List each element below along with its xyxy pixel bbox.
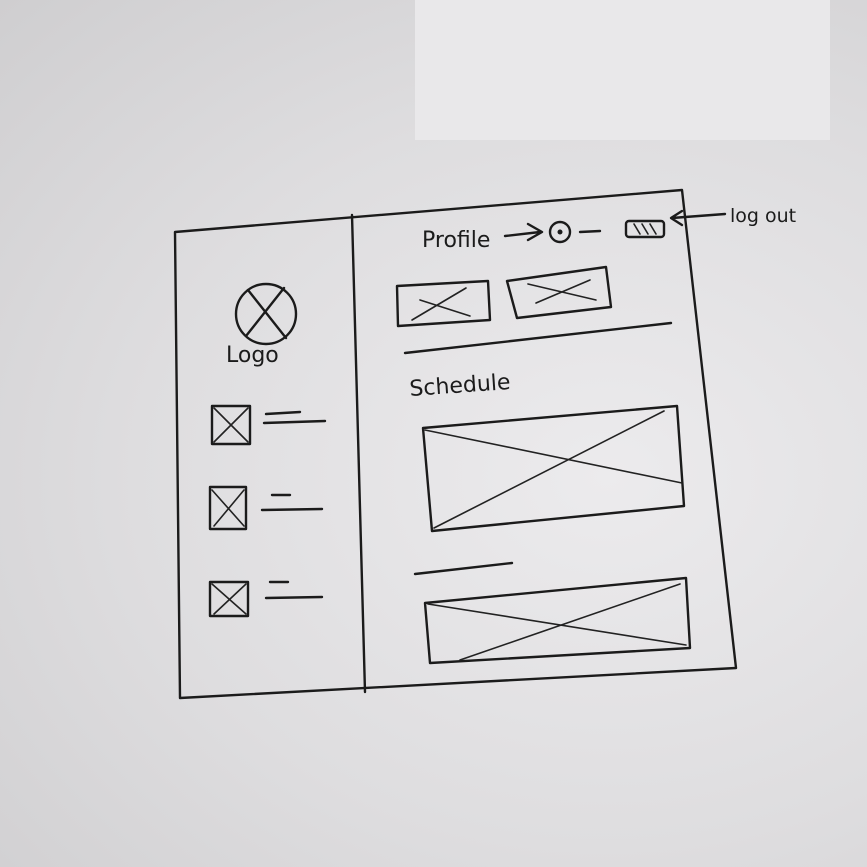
profile-avatar-icon[interactable] bbox=[548, 220, 572, 244]
logo-label: Logo bbox=[226, 343, 279, 368]
sidebar-divider bbox=[350, 213, 367, 694]
image-placeholder-1[interactable] bbox=[395, 279, 492, 328]
content-image-placeholder bbox=[423, 576, 692, 665]
app-frame bbox=[173, 188, 738, 700]
sidebar-item-3[interactable] bbox=[208, 580, 324, 618]
sidebar-item-2[interactable] bbox=[208, 485, 324, 531]
wireframe-sketch: Logo Profile log out Schedule bbox=[173, 188, 796, 700]
logout-arrow-icon bbox=[669, 209, 727, 227]
logout-button[interactable] bbox=[624, 219, 666, 239]
profile-label: Profile bbox=[422, 228, 490, 253]
header-divider bbox=[403, 321, 673, 355]
schedule-image-placeholder bbox=[421, 404, 686, 533]
dash-separator bbox=[578, 229, 602, 234]
sidebar-item-1[interactable] bbox=[210, 404, 327, 446]
logout-label: log out bbox=[730, 205, 796, 227]
section-title-line bbox=[413, 561, 514, 576]
arrow-icon bbox=[503, 222, 544, 242]
schedule-heading: Schedule bbox=[409, 370, 512, 402]
logo bbox=[234, 282, 298, 346]
image-placeholder-2[interactable] bbox=[505, 265, 613, 320]
